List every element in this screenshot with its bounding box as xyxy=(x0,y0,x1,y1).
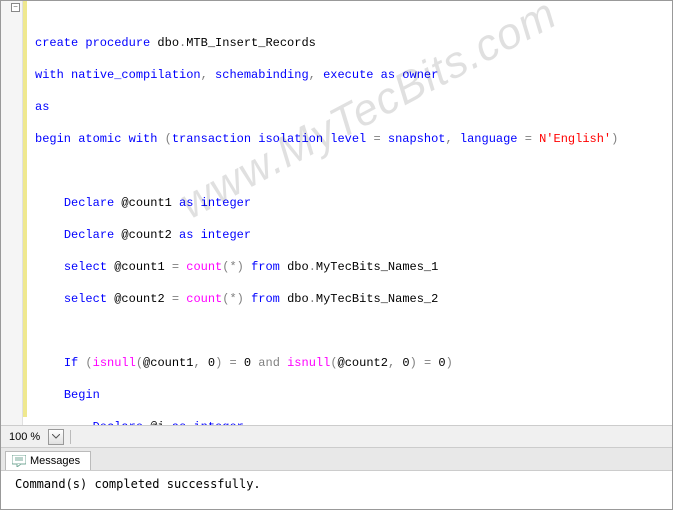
outline-collapse-icon[interactable]: − xyxy=(11,3,20,12)
chevron-down-icon xyxy=(52,434,60,439)
zoom-bar: 100 % xyxy=(1,425,672,447)
editor-gutter xyxy=(1,1,23,425)
zoom-dropdown-button[interactable] xyxy=(48,429,64,445)
code-body[interactable]: www.MyTecBits.com create procedure dbo.M… xyxy=(29,1,672,425)
status-message: Command(s) completed successfully. xyxy=(15,477,261,491)
zoom-value: 100 % xyxy=(1,431,46,443)
horiz-scroll-start-icon[interactable] xyxy=(70,430,80,444)
messages-icon xyxy=(12,455,26,467)
messages-panel[interactable]: Command(s) completed successfully. xyxy=(1,471,672,509)
change-indicator-bar xyxy=(23,1,27,417)
results-tab-strip: Messages xyxy=(1,447,672,471)
sql-code-editor[interactable]: − www.MyTecBits.com create procedure dbo… xyxy=(1,1,672,425)
tab-messages[interactable]: Messages xyxy=(5,451,91,470)
tab-messages-label: Messages xyxy=(30,455,80,467)
